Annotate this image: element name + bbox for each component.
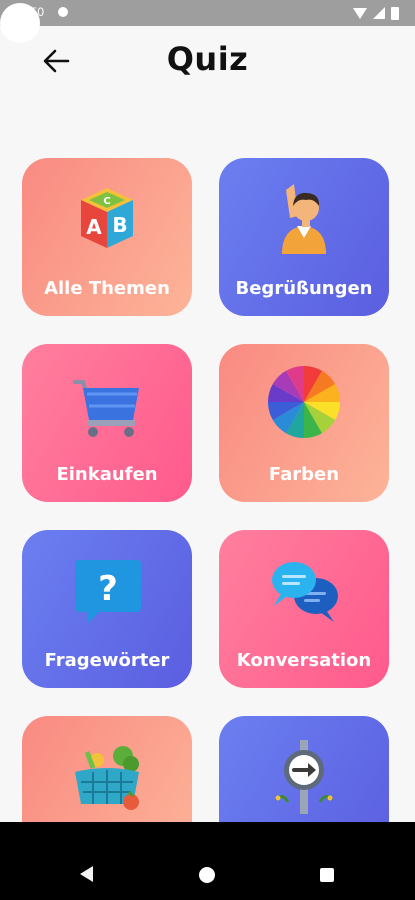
chat-bubbles-icon — [219, 548, 389, 630]
vegetable-basket-icon — [22, 734, 192, 816]
category-card-begruessungen[interactable]: Begrüßungen — [219, 158, 389, 316]
category-label: Konversation — [236, 650, 372, 671]
status-bar: 10:50 — [0, 0, 415, 43]
shopping-cart-icon — [22, 362, 192, 444]
svg-text:A: A — [86, 215, 102, 239]
svg-text:C: C — [103, 196, 110, 207]
category-card-8[interactable] — [219, 716, 389, 822]
page-title: Quiz — [166, 40, 249, 78]
svg-text:B: B — [112, 213, 127, 237]
question-bubble-icon: ? — [22, 548, 192, 630]
nav-recents-icon[interactable] — [320, 868, 334, 882]
abc-blocks-icon: C A B — [22, 176, 192, 258]
battery-icon — [391, 6, 399, 20]
category-card-alle-themen[interactable]: C A B Alle Themen — [22, 158, 192, 316]
category-label: Einkaufen — [56, 464, 158, 485]
category-label: Begrüßungen — [235, 278, 373, 299]
category-card-fragewoerter[interactable]: ? Fragewörter — [22, 530, 192, 688]
nav-back-icon[interactable] — [80, 866, 93, 882]
status-icons — [353, 4, 399, 22]
category-grid: C A B Alle Themen Begrüßungen Einkaufen … — [0, 0, 415, 822]
wifi-icon — [353, 7, 367, 19]
category-label: Farben — [268, 464, 340, 485]
category-card-farben[interactable]: Farben — [219, 344, 389, 502]
direction-sign-icon — [219, 734, 389, 816]
color-wheel-icon — [219, 362, 389, 444]
status-time: 10:50 — [14, 5, 45, 19]
waving-person-icon — [219, 176, 389, 258]
signal-icon — [373, 7, 385, 19]
nav-home-icon[interactable] — [199, 867, 215, 883]
svg-text:?: ? — [98, 569, 118, 609]
category-card-einkaufen[interactable]: Einkaufen — [22, 344, 192, 502]
category-label: Alle Themen — [44, 278, 170, 299]
notification-icon — [58, 7, 68, 17]
category-card-7[interactable] — [22, 716, 192, 822]
category-card-konversation[interactable]: Konversation — [219, 530, 389, 688]
app-header: Quiz — [0, 26, 415, 106]
category-label: Fragewörter — [44, 650, 170, 671]
system-nav-bar — [0, 822, 415, 900]
